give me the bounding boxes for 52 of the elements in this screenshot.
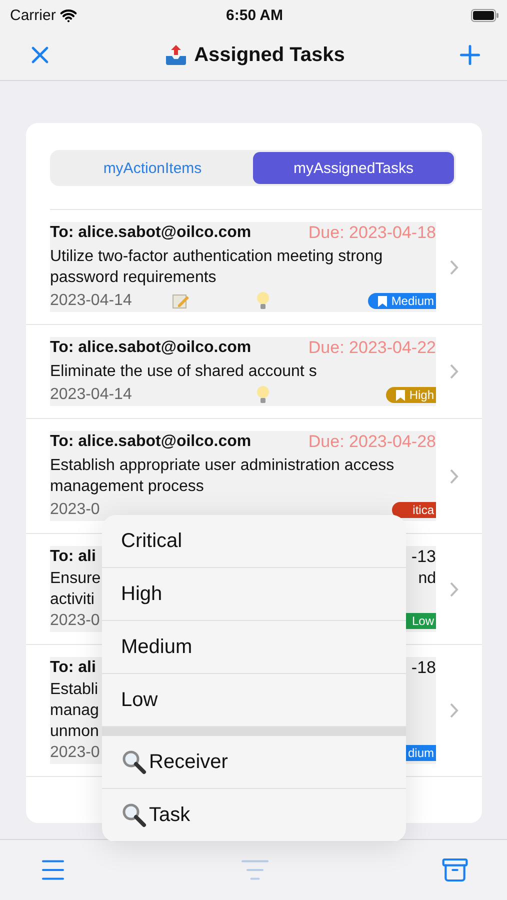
priority-badge: Medium [368, 293, 436, 309]
due-date: Due: 2023-04-28 [308, 431, 436, 453]
recipient-label: To: ali [50, 658, 96, 678]
chevron-right-icon [450, 468, 458, 484]
status-time: 6:50 AM [226, 6, 283, 24]
archive-icon [441, 856, 469, 884]
recipient-label: To: alice.sabot@oilco.com [50, 338, 252, 358]
created-date: 2023-0 [50, 743, 100, 763]
task-title: Establi [50, 680, 98, 700]
task-title: Establish appropriate user administration access management process [50, 456, 396, 497]
created-date: 2023-0 [50, 500, 100, 520]
menu-item[interactable]: Task [102, 789, 406, 842]
due-date: Due: 2023-04-18 [308, 222, 436, 244]
archive-button[interactable] [441, 856, 469, 884]
inbox-upload-icon [164, 44, 188, 66]
battery-icon [471, 8, 499, 22]
chevron-right-icon [450, 703, 458, 718]
carrier-label: Carrier [10, 6, 56, 24]
created-date: 2023-04-14 [50, 385, 132, 405]
segment-tab[interactable]: myActionItems [52, 152, 253, 184]
menu-item[interactable]: High [102, 568, 406, 621]
segment-tab[interactable]: myAssignedTasks [253, 152, 454, 184]
search-icon [121, 749, 147, 775]
chevron-right-icon [450, 582, 458, 596]
wifi-icon [60, 6, 77, 24]
priority-badge: itica [392, 502, 436, 518]
recipient-label: To: alice.sabot@oilco.com [50, 223, 252, 243]
created-date: 2023-04-14 [50, 291, 132, 311]
menu-item[interactable]: Low [102, 674, 406, 727]
task-title: Ensure [50, 569, 101, 589]
task-title: unmon [50, 722, 99, 742]
recipient-label: To: ali [50, 547, 96, 567]
due-date: -13 [411, 546, 436, 568]
priority-badge: High [386, 387, 436, 403]
task-title: Utilize two-factor authentication meeting strong password requirements [50, 247, 384, 288]
chevron-right-icon [450, 260, 458, 274]
search-icon [121, 802, 147, 828]
menu-item[interactable]: Critical [102, 515, 406, 568]
task-title: manag [50, 701, 99, 721]
due-date: Due: 2023-04-22 [308, 337, 436, 359]
recipient-label: To: alice.sabot@oilco.com [50, 432, 252, 452]
menu-item[interactable]: Receiver [102, 736, 406, 789]
chevron-right-icon [450, 364, 458, 379]
created-date: 2023-0 [50, 611, 100, 631]
task-title: Eliminate the use of shared account s [50, 362, 318, 382]
due-date: -18 [411, 657, 436, 679]
task-title: nd [418, 569, 436, 589]
task-title: activiti [50, 590, 94, 610]
bookmark-icon [378, 296, 388, 306]
menu-item[interactable]: Medium [102, 621, 406, 674]
bookmark-icon [396, 390, 406, 400]
window-title: Assigned Tasks [194, 44, 345, 66]
